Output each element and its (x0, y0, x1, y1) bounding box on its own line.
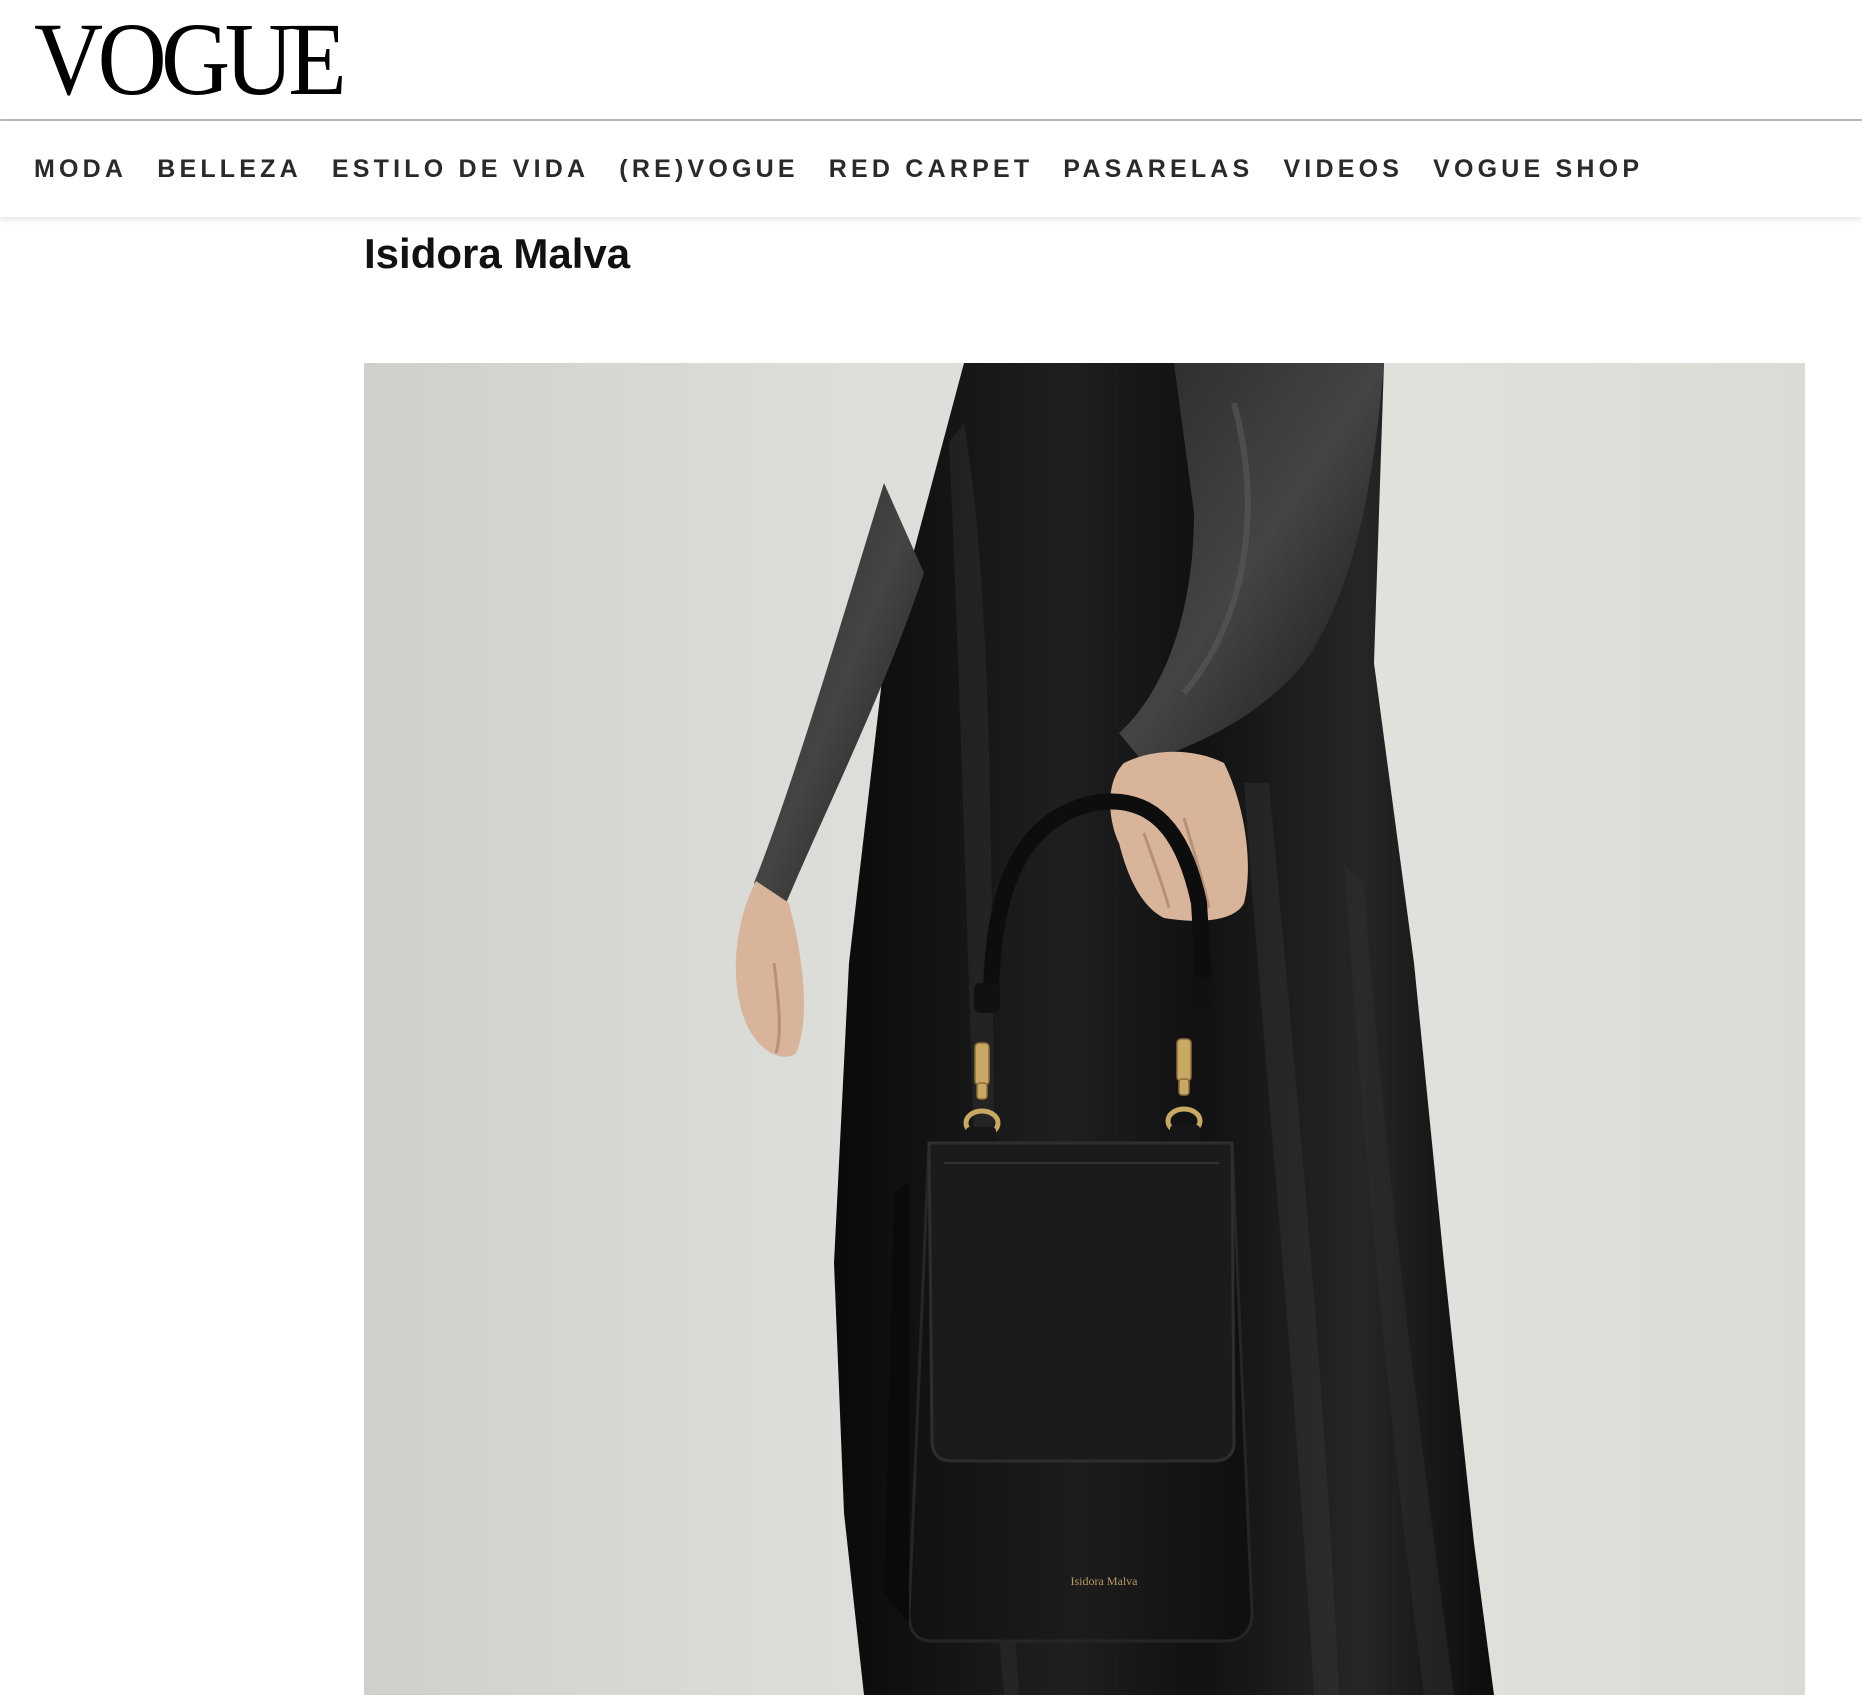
nav-item-moda[interactable]: MODA (34, 155, 127, 184)
article-title: Isidora Malva (364, 230, 631, 277)
article-image-illustration: Isidora Malva (735, 363, 1494, 1695)
nav-item-belleza[interactable]: BELLEZA (157, 155, 302, 184)
nav-item-red-carpet[interactable]: RED CARPET (829, 155, 1034, 184)
site-header: VOGUE (0, 0, 1862, 119)
bag-brand-stamp: Isidora Malva (1071, 1574, 1139, 1588)
vogue-logo[interactable]: VOGUE (34, 5, 347, 115)
nav-item-vogue-shop[interactable]: VOGUE SHOP (1433, 155, 1643, 184)
nav-item-pasarelas[interactable]: PASARELAS (1063, 155, 1253, 184)
left-hand (735, 881, 804, 1057)
nav-list: MODA BELLEZA ESTILO DE VIDA (RE)VOGUE RE… (34, 121, 1673, 217)
main-nav: MODA BELLEZA ESTILO DE VIDA (RE)VOGUE RE… (0, 121, 1862, 217)
nav-item-revogue[interactable]: (RE)VOGUE (619, 155, 798, 184)
nav-item-videos[interactable]: VIDEOS (1283, 155, 1403, 184)
nav-item-estilo-de-vida[interactable]: ESTILO DE VIDA (332, 155, 589, 184)
bag-flap (927, 1141, 1236, 1463)
article-image: Isidora Malva (364, 363, 1805, 1695)
